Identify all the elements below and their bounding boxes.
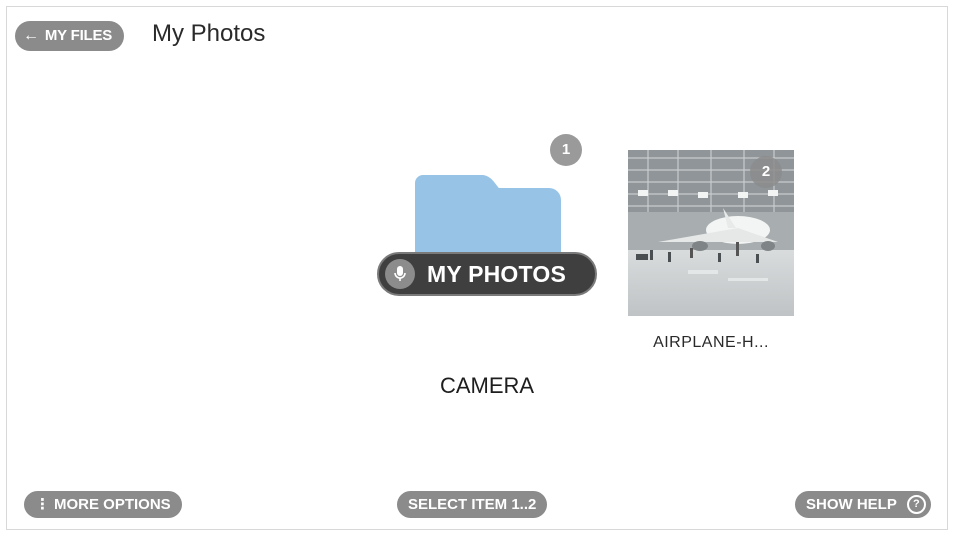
select-items-button[interactable]: SELECT ITEM 1..2 [397, 491, 548, 518]
app-window: ← MY FILES My Photos 1 MY PHOTOS CAMERA [6, 6, 948, 530]
microphone-icon [385, 259, 415, 289]
more-options-label: MORE OPTIONS [54, 496, 171, 513]
more-options-button[interactable]: ⋮ MORE OPTIONS [24, 491, 182, 518]
photo-label: AIRPLANE-H... [653, 334, 769, 351]
item-number-badge: 1 [550, 134, 582, 166]
item-number-badge: 2 [750, 156, 782, 188]
voice-command-label: MY PHOTOS [427, 260, 566, 287]
show-help-label: SHOW HELP [806, 496, 897, 513]
back-button-label: MY FILES [44, 27, 113, 44]
show-help-button[interactable]: SHOW HELP ? [795, 491, 931, 518]
folder-label: CAMERA [439, 373, 535, 398]
more-vertical-icon: ⋮ [35, 496, 50, 513]
help-icon: ? [906, 495, 926, 514]
back-to-my-files-button[interactable]: ← MY FILES [15, 21, 125, 51]
voice-command-indicator: MY PHOTOS [377, 252, 597, 296]
page-title: My Photos [152, 20, 266, 47]
select-items-label: SELECT ITEM 1..2 [408, 496, 537, 513]
back-arrow-icon: ← [23, 27, 39, 44]
